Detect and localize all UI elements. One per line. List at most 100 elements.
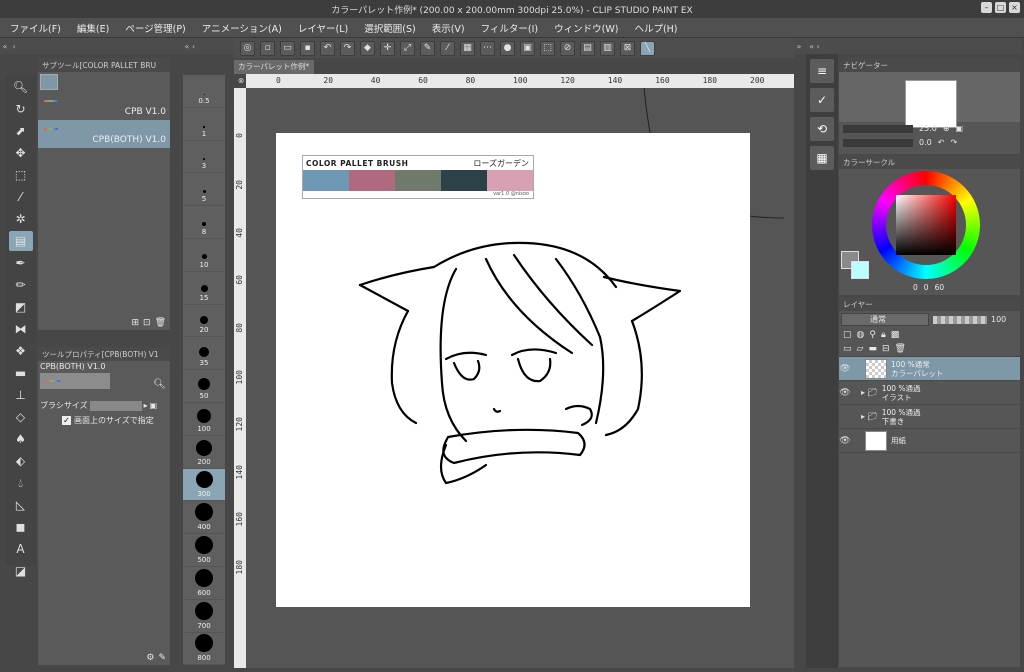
pen-icon[interactable]: ✎ [420, 40, 435, 56]
subtool-item-cpb-both[interactable]: CPB(BOTH) V1.0 [38, 120, 170, 148]
rotate-right-icon[interactable]: ↷ [950, 138, 957, 147]
record-icon[interactable]: ● [500, 40, 515, 56]
color-grid-icon[interactable]: ▦ [460, 40, 475, 56]
ruler-icon[interactable]: ⊘ [560, 40, 575, 56]
balloon-icon[interactable]: ◪ [9, 561, 33, 581]
new-folder-icon[interactable]: ▬ [868, 344, 877, 354]
lock-icon[interactable]: 🔒︎ [881, 330, 886, 340]
mask-icon[interactable]: ◍ [857, 330, 865, 340]
hue-ring[interactable] [872, 171, 980, 279]
blend-mode-select[interactable]: 通常 [841, 313, 929, 326]
airbrush-icon[interactable]: ⧓ [9, 319, 33, 339]
layer-row[interactable]: 👁︎ 100 %通常 カラーパレット [839, 357, 1020, 381]
rotate-left-icon[interactable]: ↶ [938, 138, 945, 147]
brush-size-item[interactable]: 100 [183, 403, 225, 436]
brush-size-item[interactable]: 0.5 [183, 75, 225, 108]
layer-row[interactable]: 👁︎ 用紙 [839, 429, 1020, 453]
blend-icon[interactable]: ♠ [9, 429, 33, 449]
transform-icon[interactable]: ✛ [380, 40, 395, 56]
sub-color-swatch[interactable] [851, 261, 869, 279]
layer-tab[interactable]: レイヤー [843, 299, 873, 310]
rotate-icon[interactable]: ↻ [9, 99, 33, 119]
brush-size-expand-icon[interactable]: ▣ [150, 401, 158, 410]
color-set-icon[interactable]: ≡ [810, 59, 834, 83]
brush-size-slider[interactable] [89, 400, 142, 411]
operation-icon[interactable]: ⬈ [9, 121, 33, 141]
brush-size-item[interactable]: 500 [183, 534, 225, 567]
left-dock-collapse[interactable]: « ‹ [0, 38, 182, 54]
fit-icon[interactable]: ▣ [956, 124, 964, 133]
figure-icon[interactable]: ◺ [9, 495, 33, 515]
snap-icon[interactable]: ⊠ [620, 40, 635, 56]
text-icon[interactable]: A [9, 539, 33, 559]
layer-row[interactable]: ▸ 📁︎ 100 %通過 下書き [839, 405, 1020, 429]
undo-icon[interactable]: ↶ [320, 40, 335, 56]
opacity-slider[interactable] [933, 315, 987, 324]
eyedropper-icon[interactable]: ⁄ [440, 40, 455, 56]
saturation-value-square[interactable] [896, 195, 956, 255]
merge-icon[interactable]: ⊟ [882, 344, 890, 354]
lock-alpha-icon[interactable]: ▩ [891, 330, 900, 340]
brush-size-item[interactable]: 5 [183, 173, 225, 207]
brush-size-item[interactable]: 600 [183, 567, 225, 600]
delete-layer-icon[interactable]: 🗑︎ [895, 344, 906, 354]
marquee-icon[interactable]: ⬚ [9, 165, 33, 185]
maximize-button[interactable]: □ [995, 2, 1006, 13]
move-icon[interactable]: ✥ [9, 143, 33, 163]
reference-icon[interactable]: ⚲ [869, 330, 876, 340]
brush-size-item[interactable]: 700 [183, 600, 225, 633]
menu-page[interactable]: ページ管理(P) [125, 21, 185, 35]
layer-row[interactable]: 👁︎ ▸ 📁︎ 100 %通過 イラスト [839, 381, 1020, 405]
menu-file[interactable]: ファイル(F) [10, 21, 61, 35]
border-icon[interactable]: ▬ [9, 363, 33, 383]
menu-help[interactable]: ヘルプ(H) [634, 21, 677, 35]
folder-icon[interactable]: ▸ 📁︎ [861, 388, 878, 397]
visibility-icon[interactable]: 👁︎ [839, 436, 851, 446]
new-vector-layer-icon[interactable]: ▱ [857, 344, 864, 354]
right-dock-collapse[interactable]: » « ‹ [794, 38, 1022, 54]
color-pallet-brush-icon[interactable]: ▤ [8, 231, 33, 251]
subtool-item-cpb[interactable]: CPB V1.0 [38, 92, 170, 120]
layer-color-icon[interactable]: ▢ [843, 330, 852, 340]
pencil-tool-icon[interactable]: ✏ [9, 275, 33, 295]
timeline-icon[interactable]: ▦ [810, 146, 834, 170]
menu-view[interactable]: 表示(V) [432, 21, 465, 35]
brush-size-item[interactable]: 15 [183, 272, 225, 305]
canvas-area[interactable]: COLOR PALLET BRUSH ローズガーデン var1.0 @nisoo [246, 88, 794, 668]
delete-icon[interactable]: 🗑︎ [155, 318, 166, 328]
magnifier-icon[interactable]: 🔍︎ [153, 379, 166, 390]
open-folder-icon[interactable]: ▭ [280, 40, 295, 56]
menu-selection[interactable]: 選択範囲(S) [364, 21, 415, 35]
brush-size-item[interactable]: 400 [183, 501, 225, 535]
fill-icon[interactable]: ◆ [360, 40, 375, 56]
folder-icon[interactable]: ▸ 📁︎ [861, 412, 878, 421]
brush-size-item[interactable]: 3 [183, 141, 225, 174]
fill-tool-icon[interactable]: ⬖ [9, 451, 33, 471]
decoration-icon[interactable]: ❖ [9, 341, 33, 361]
drop-icon[interactable]: 💧︎ [9, 473, 33, 493]
subtool-group-icon[interactable] [40, 74, 58, 90]
brush-size-item[interactable]: 20 [183, 305, 225, 338]
brush-stroke-icon[interactable]: ✓ [810, 88, 834, 112]
layer-icon[interactable]: ▤ [580, 40, 595, 56]
wrench-icon[interactable]: ✎ [158, 653, 166, 663]
brush-size-item[interactable]: 8 [183, 206, 225, 239]
brush-size-item[interactable]: 50 [183, 370, 225, 403]
brush-tool-icon[interactable]: ◩ [9, 297, 33, 317]
close-button[interactable]: × [1009, 2, 1020, 13]
brush-size-item[interactable]: 300 [183, 468, 225, 502]
stamp-icon[interactable]: ⊥ [9, 385, 33, 405]
size-on-screen-checkbox[interactable]: ✓ [62, 416, 71, 425]
zoom-icon[interactable]: 🔍︎ [9, 77, 33, 97]
clip-studio-icon[interactable]: ◎ [240, 40, 255, 56]
save-icon[interactable]: ▪ [300, 40, 315, 56]
new-file-icon[interactable]: ▫ [260, 40, 275, 56]
menu-layer[interactable]: レイヤー(L) [298, 21, 348, 35]
magic-wand-icon[interactable]: ✲ [9, 209, 33, 229]
eraser-icon[interactable]: ◇ [9, 407, 33, 427]
tone-icon[interactable]: ▥ [600, 40, 615, 56]
brush-size-dropdown-icon[interactable]: ▸ [144, 401, 148, 410]
sub-view-icon[interactable]: ⟲ [810, 117, 834, 141]
brush-size-item[interactable]: 35 [183, 337, 225, 371]
copy-icon[interactable]: ⊞ [131, 318, 139, 328]
